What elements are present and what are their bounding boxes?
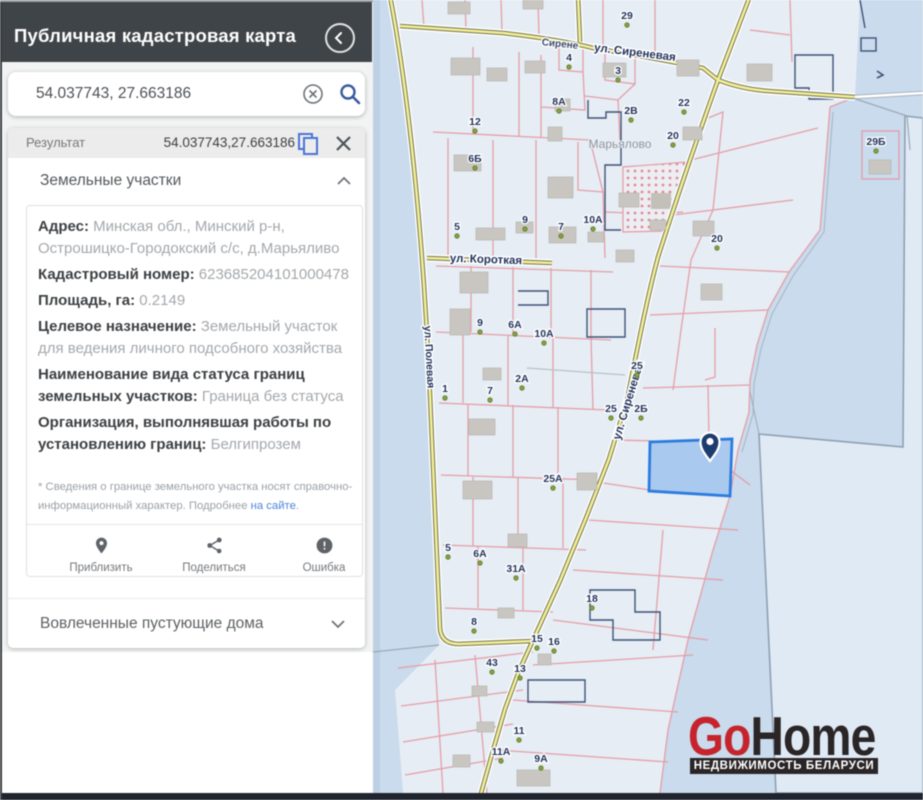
- svg-text:8: 8: [471, 616, 477, 628]
- svg-text:12: 12: [469, 116, 481, 128]
- svg-text:5: 5: [454, 221, 460, 233]
- svg-text:6А: 6А: [473, 548, 487, 560]
- svg-text:7: 7: [558, 221, 564, 233]
- svg-text:8А: 8А: [552, 96, 566, 108]
- svg-text:2Б: 2Б: [634, 403, 648, 415]
- svg-text:11А: 11А: [492, 746, 511, 758]
- svg-text:25: 25: [631, 360, 643, 372]
- svg-text:20: 20: [711, 233, 723, 245]
- svg-text:29Б: 29Б: [866, 136, 886, 148]
- svg-text:11: 11: [513, 725, 524, 737]
- svg-text:6Б: 6Б: [468, 153, 482, 165]
- svg-text:10А: 10А: [583, 214, 603, 226]
- svg-text:22: 22: [678, 97, 690, 109]
- svg-text:18: 18: [586, 593, 598, 605]
- svg-text:2А: 2А: [515, 373, 529, 385]
- svg-text:16: 16: [548, 636, 560, 648]
- svg-text:15: 15: [531, 633, 543, 645]
- svg-text:20: 20: [667, 130, 679, 142]
- svg-text:7: 7: [487, 385, 493, 397]
- svg-text:9А: 9А: [534, 753, 548, 765]
- svg-text:9: 9: [477, 317, 483, 329]
- svg-text:5: 5: [445, 542, 451, 554]
- svg-text:Марьялово: Марьялово: [589, 137, 652, 151]
- svg-text:4: 4: [566, 52, 572, 64]
- svg-text:1: 1: [442, 383, 448, 395]
- svg-text:13: 13: [514, 663, 526, 675]
- svg-text:31А: 31А: [506, 563, 526, 575]
- svg-text:2В: 2В: [624, 105, 638, 117]
- svg-text:43: 43: [486, 657, 498, 669]
- svg-text:9: 9: [522, 214, 528, 226]
- svg-text:10А: 10А: [534, 328, 554, 340]
- svg-text:6А: 6А: [508, 319, 522, 331]
- svg-text:25: 25: [605, 403, 617, 415]
- svg-text:25А: 25А: [543, 473, 563, 485]
- svg-text:ул. Короткая: ул. Короткая: [450, 253, 523, 268]
- svg-text:29: 29: [621, 10, 633, 22]
- svg-text:3: 3: [615, 65, 621, 77]
